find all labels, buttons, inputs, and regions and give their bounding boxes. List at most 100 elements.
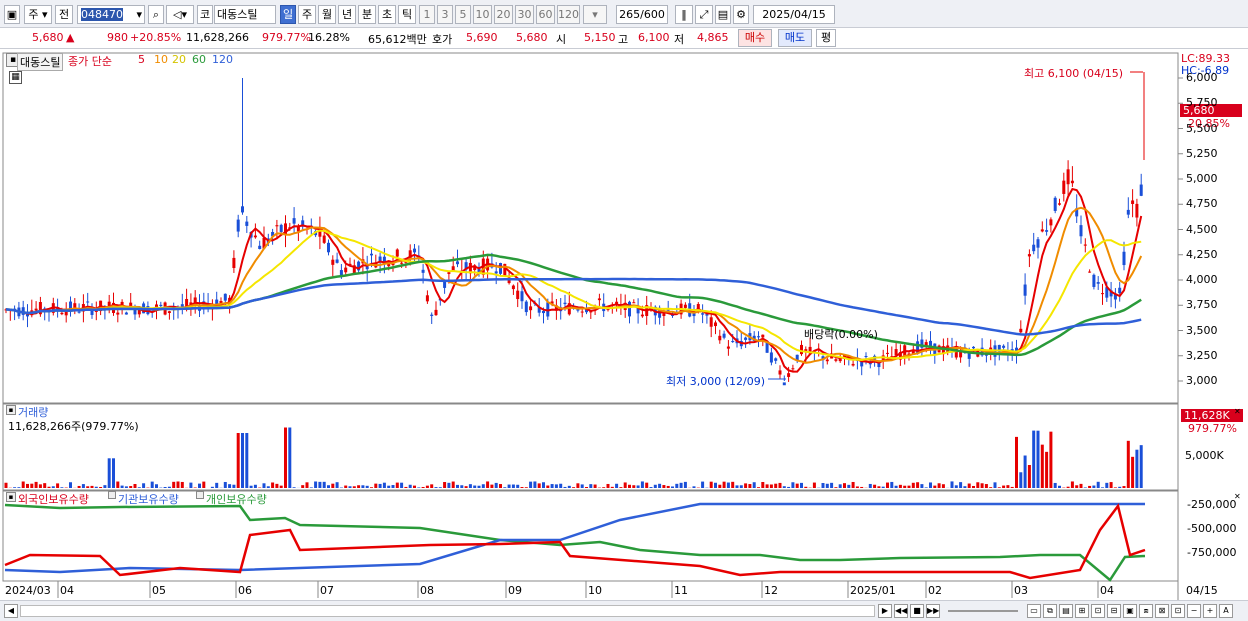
volume-bar [683,481,687,488]
interval-20[interactable]: 20 [494,5,513,24]
volume-bar [929,482,932,488]
volume-bar [176,481,180,488]
candle-body [722,333,726,338]
volume-bar [327,485,330,488]
legend-stock-name[interactable]: 대동스틸 [17,53,64,71]
period-second-tab[interactable]: 초 [378,5,396,24]
candle-body [825,359,829,362]
sell-button[interactable]: 매도 [778,29,812,47]
count-input[interactable]: 265/600 [616,5,668,24]
period-week-tab[interactable]: 주 [298,5,316,24]
layout-icon-10[interactable]: ⊡ [1171,604,1185,618]
fast-forward-icon[interactable]: ▶▶ [926,604,940,618]
holdings-legend-icon[interactable]: ▪ [6,492,16,502]
volume-bar [1113,487,1117,488]
stock-chart[interactable] [0,50,1248,621]
horizontal-scrollbar[interactable] [20,605,875,617]
layout-icon-8[interactable]: ⧈ [1139,604,1153,618]
volume-bar [585,487,588,488]
zoom-out-icon[interactable]: − [1187,604,1201,618]
candle-body [335,259,339,263]
save-icon[interactable]: ▤ [715,5,731,24]
volume-bar [537,483,541,488]
buy-button[interactable]: 매수 [738,29,772,47]
auto-scale-icon[interactable]: A [1219,604,1233,618]
market-type-select[interactable]: 주 ▾ [24,5,52,24]
interval-5[interactable]: 5 [455,5,471,24]
volume-bar [972,485,975,488]
indiv-legend-icon[interactable] [196,491,204,499]
layout-icon-6[interactable]: ⊟ [1107,604,1121,618]
interval-1[interactable]: 1 [419,5,435,24]
search-icon[interactable]: ⌕ [148,5,164,24]
volume-bar [606,483,610,488]
legend-ma60: 60 [192,53,206,66]
inst-legend-icon[interactable] [108,491,116,499]
time-tick: 07 [320,584,334,597]
interval-30[interactable]: 30 [515,5,534,24]
volume-bar [215,482,219,488]
layout-icon-5[interactable]: ⊡ [1091,604,1105,618]
period-month-tab[interactable]: 월 [318,5,336,24]
volume-bar [567,485,571,488]
time-tick: 11 [674,584,688,597]
volume-bar [438,487,442,488]
legend-ma10: 10 [154,53,168,66]
date-input[interactable]: 2025/04/15 [753,5,835,24]
volume-bar [950,481,954,488]
rewind-icon[interactable]: ◀◀ [894,604,908,618]
volume-bar [451,481,455,488]
interval-120[interactable]: 120 [557,5,580,24]
gear-icon[interactable]: ⚙ [733,5,749,24]
volume-bar [761,481,765,488]
interval-dropdown[interactable]: ▾ [583,5,607,24]
volume-bar [232,484,236,488]
volume-bar [245,433,249,488]
candle-body [1126,209,1130,215]
close-icon[interactable]: ✕ [1234,407,1241,416]
stop-icon[interactable]: ■ [910,604,924,618]
candle-body [1101,293,1104,295]
period-tick-tab[interactable]: 틱 [398,5,416,24]
volume-bar [924,487,928,488]
period-year-tab[interactable]: 년 [338,5,356,24]
interval-60[interactable]: 60 [536,5,555,24]
volume-bar [116,481,120,488]
layout-icon-2[interactable]: ⧉ [1043,604,1057,618]
volume-bar [752,482,756,488]
speaker-icon[interactable]: ◁▾ [166,5,194,24]
zoom-in-icon[interactable]: + [1203,604,1217,618]
chart-type-icon[interactable]: ▣ [4,5,20,24]
layout-icon-3[interactable]: ▤ [1059,604,1073,618]
volume-bar [516,484,520,488]
ask-price: 5,690 [466,31,498,44]
scroll-right-icon[interactable]: ▶ [878,604,892,618]
code-input[interactable]: 048470 ▾ [77,5,145,24]
period-day-tab[interactable]: 일 [280,5,296,24]
layout-icon-9[interactable]: ⊠ [1155,604,1169,618]
candle-body [640,314,644,317]
layout-icon-4[interactable]: ⊞ [1075,604,1089,618]
interval-10[interactable]: 10 [473,5,492,24]
eval-button[interactable]: 평 [816,29,836,47]
candle-body [116,312,120,315]
volume-bar [1015,436,1018,488]
period-minute-tab[interactable]: 분 [358,5,376,24]
price-tick: 4,250 [1186,247,1218,261]
volume-legend-icon[interactable]: ▪ [6,405,16,415]
candle-body [709,317,713,327]
prev-button[interactable]: 전 [55,5,73,24]
candle-body [1118,287,1122,294]
zoom-slider[interactable] [948,610,1018,612]
layout-icon-1[interactable]: ▭ [1027,604,1041,618]
calculator-icon[interactable]: ▦ [9,71,22,84]
volume-bar [38,484,42,488]
volume-bar [249,485,253,488]
layout-icon-7[interactable]: ▣ [1123,604,1137,618]
candle-body [834,359,838,361]
draw-icon[interactable]: ⤢ [695,5,713,24]
volume-bar [318,481,322,488]
scroll-left-icon[interactable]: ◀ [4,604,18,618]
candle-icon[interactable]: ‖ [675,5,693,24]
interval-3[interactable]: 3 [437,5,453,24]
